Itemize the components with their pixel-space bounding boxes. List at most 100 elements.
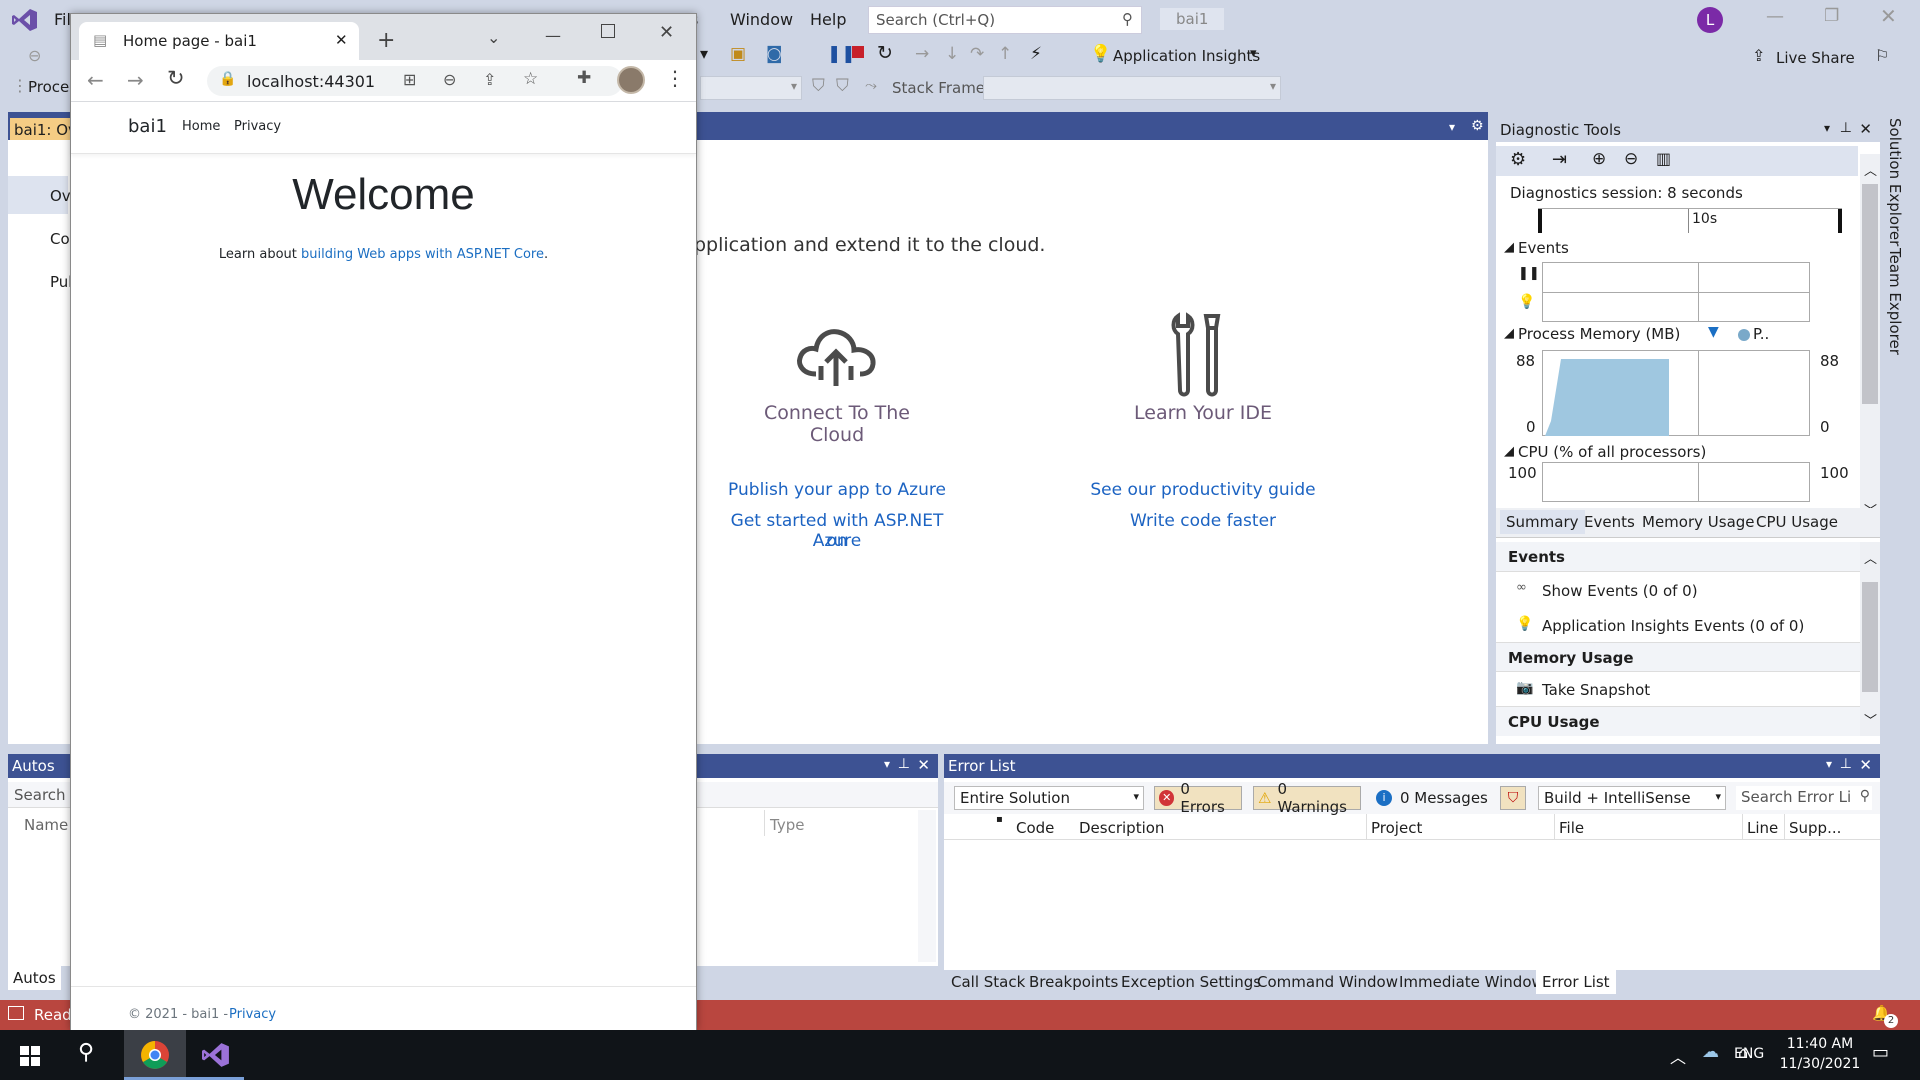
tab-events[interactable]: Events bbox=[1584, 513, 1635, 531]
gear-icon[interactable]: ⚙ bbox=[1471, 118, 1484, 134]
tab-error-list[interactable]: Error List bbox=[1536, 970, 1616, 994]
extensions-icon[interactable]: ✚ bbox=[577, 68, 591, 88]
stop-icon[interactable] bbox=[852, 46, 864, 58]
tray-time[interactable]: 11:40 AM bbox=[1780, 1036, 1860, 1052]
take-snapshot-button[interactable]: Take Snapshot bbox=[1542, 681, 1650, 699]
forward-arrow-icon[interactable]: → bbox=[127, 68, 144, 92]
share-icon[interactable]: ⇪ bbox=[483, 70, 496, 89]
menu-help[interactable]: Help bbox=[810, 10, 846, 29]
dropdown-arrow-icon[interactable]: ▾ bbox=[700, 44, 708, 63]
chevron-up-icon[interactable]: ︿ bbox=[1864, 548, 1877, 567]
tray-lang[interactable]: ENG bbox=[1734, 1046, 1764, 1062]
screenshot-icon[interactable]: ◙ bbox=[766, 44, 783, 64]
menu-window[interactable]: Window bbox=[730, 10, 793, 29]
write-code-faster-link[interactable]: Write code faster bbox=[1078, 511, 1328, 531]
tray-date[interactable]: 11/30/2021 bbox=[1774, 1056, 1866, 1072]
scroll-thumb[interactable] bbox=[1862, 582, 1878, 692]
windows-start-icon[interactable] bbox=[20, 1046, 40, 1066]
col-code[interactable]: Code bbox=[1016, 819, 1054, 837]
aspnet-docs-link[interactable]: building Web apps with ASP.NET Core bbox=[301, 247, 544, 262]
menu-file[interactable]: Fil bbox=[54, 10, 71, 29]
diag-lower-scrollbar[interactable]: ︿ ﹀ bbox=[1860, 542, 1880, 736]
tab-exception-settings[interactable]: Exception Settings bbox=[1121, 973, 1261, 991]
tab-cpu-usage[interactable]: CPU Usage bbox=[1756, 513, 1838, 531]
productivity-guide-link[interactable]: See our productivity guide bbox=[1078, 480, 1328, 500]
back-arrow-icon[interactable]: ← bbox=[87, 68, 104, 92]
pin-icon[interactable]: ⊥ bbox=[1840, 120, 1852, 136]
chevron-up-icon[interactable]: ︿ bbox=[1864, 160, 1877, 179]
close-icon[interactable]: ✕ bbox=[1859, 756, 1872, 774]
profile-avatar[interactable] bbox=[617, 66, 645, 94]
collapse-arrow-icon[interactable]: ◢ bbox=[1504, 240, 1514, 255]
nav-connected-services[interactable]: Co bbox=[50, 230, 70, 248]
autos-search-input[interactable]: Search ( bbox=[14, 786, 76, 804]
zoom-out-icon[interactable]: ⊖ bbox=[1624, 149, 1638, 169]
stack-frame-dropdown[interactable]: ▾ bbox=[983, 76, 1281, 100]
restart-icon[interactable]: ↻ bbox=[877, 42, 893, 64]
application-insights-button[interactable]: Application Insights bbox=[1113, 47, 1260, 65]
zoom-icon[interactable]: ⊖ bbox=[443, 70, 456, 89]
new-tab-icon[interactable]: + bbox=[377, 28, 395, 53]
col-project[interactable]: Project bbox=[1371, 819, 1422, 837]
restore-icon[interactable]: ❐ bbox=[1824, 6, 1839, 26]
zoom-in-icon[interactable]: ⊕ bbox=[1592, 149, 1606, 169]
close-icon[interactable]: ✕ bbox=[1880, 4, 1897, 28]
live-share-button[interactable]: Live Share bbox=[1776, 49, 1855, 67]
chevron-down-icon[interactable]: ▾ bbox=[884, 757, 890, 771]
filter-icon[interactable]: ⛉ bbox=[812, 76, 825, 96]
footer-privacy-link[interactable]: Privacy bbox=[229, 1007, 276, 1022]
browser-tab[interactable]: ▤ Home page - bai1 ✕ bbox=[79, 22, 359, 60]
open-folder-icon[interactable]: ▣ bbox=[730, 44, 746, 64]
export-icon[interactable]: ⇥ bbox=[1552, 149, 1567, 170]
chevron-down-icon[interactable]: ▾ bbox=[1250, 46, 1257, 61]
step-into-icon[interactable]: ↓ bbox=[945, 44, 959, 64]
col-file[interactable]: File bbox=[1559, 819, 1584, 837]
onedrive-icon[interactable]: ☁ bbox=[1702, 1042, 1719, 1062]
taskbar-search-icon[interactable]: ⚲ bbox=[78, 1040, 94, 1065]
scope-dropdown[interactable]: Entire Solution ▾ bbox=[954, 786, 1144, 810]
browser-minimize-icon[interactable]: — bbox=[545, 26, 561, 45]
url-text[interactable]: localhost:44301 bbox=[247, 72, 375, 91]
feedback-icon[interactable]: ⚐ bbox=[1875, 46, 1889, 65]
nav-privacy-link[interactable]: Privacy bbox=[234, 119, 281, 134]
reload-icon[interactable]: ↻ bbox=[167, 66, 185, 90]
minimize-icon[interactable]: — bbox=[1766, 6, 1784, 27]
get-started-azure-link-cont[interactable]: Azure bbox=[722, 531, 952, 551]
pin-icon[interactable]: ⊥ bbox=[1840, 756, 1852, 772]
diag-upper-scrollbar[interactable]: ︿ ﹀ bbox=[1860, 154, 1880, 524]
browser-close-icon[interactable]: ✕ bbox=[659, 22, 674, 43]
tab-close-icon[interactable]: ✕ bbox=[335, 31, 348, 49]
site-brand[interactable]: bai1 bbox=[128, 116, 167, 137]
address-bar[interactable]: 🔒 localhost:44301 ⊞ ⊖ ⇪ ☆ bbox=[207, 66, 623, 96]
more-menu-icon[interactable]: ⋮ bbox=[665, 66, 685, 90]
chevron-down-icon[interactable]: ▾ bbox=[1826, 757, 1832, 771]
filter-clear-icon[interactable]: ⛉ bbox=[836, 76, 849, 96]
flag-threads-icon[interactable]: ⤳ bbox=[865, 76, 877, 94]
error-search-input[interactable]: Search Error Li ⚲ bbox=[1736, 786, 1872, 810]
solution-explorer-tab[interactable]: Solution Explorer bbox=[1886, 118, 1904, 246]
tab-search-icon[interactable]: ⌄ bbox=[487, 28, 500, 47]
tab-immediate-window[interactable]: Immediate Window bbox=[1399, 973, 1544, 991]
autos-scrollbar[interactable] bbox=[918, 810, 936, 962]
app-insights-events-link[interactable]: Application Insights Events (0 of 0) bbox=[1542, 617, 1804, 635]
tab-breakpoints[interactable]: Breakpoints bbox=[1029, 973, 1118, 991]
bookmark-star-icon[interactable]: ☆ bbox=[523, 69, 538, 89]
collapse-arrow-icon[interactable]: ◢ bbox=[1504, 326, 1514, 341]
chevron-down-icon[interactable]: ▾ bbox=[1449, 120, 1455, 134]
col-suppression[interactable]: Supp... bbox=[1789, 819, 1841, 837]
autos-bottom-tab[interactable]: Autos bbox=[8, 966, 61, 990]
taskbar-visual-studio[interactable] bbox=[186, 1030, 244, 1080]
step-out-icon[interactable]: ↑ bbox=[998, 44, 1012, 64]
thread-dropdown[interactable]: ▾ bbox=[700, 76, 802, 100]
taskbar-chrome[interactable] bbox=[124, 1030, 186, 1080]
errors-filter-button[interactable]: ✕ 0 Errors bbox=[1154, 780, 1242, 816]
messages-filter-button[interactable]: i 0 Messages bbox=[1372, 786, 1492, 810]
autos-col-type[interactable]: Type bbox=[770, 816, 804, 834]
autos-col-name[interactable]: Name bbox=[24, 816, 68, 834]
translate-icon[interactable]: ⊞ bbox=[403, 70, 416, 89]
nav-home-link[interactable]: Home bbox=[182, 119, 220, 134]
back-nav-icon[interactable]: ⊖ bbox=[28, 46, 41, 65]
chart-icon[interactable]: ▥ bbox=[1656, 149, 1671, 168]
close-icon[interactable]: ✕ bbox=[917, 756, 930, 774]
warnings-filter-button[interactable]: ⚠ 0 Warnings bbox=[1253, 780, 1361, 816]
